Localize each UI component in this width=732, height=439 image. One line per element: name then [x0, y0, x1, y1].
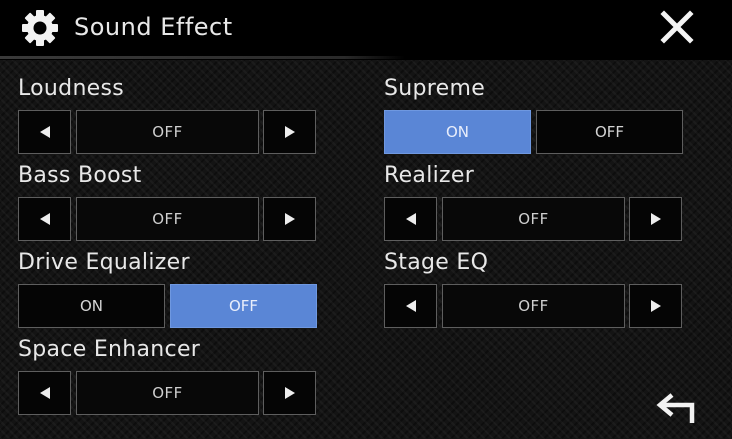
- bass-boost-value: OFF: [76, 197, 259, 241]
- gear-icon: [22, 10, 58, 46]
- page-title: Sound Effect: [74, 13, 233, 41]
- supreme-label: Supreme: [384, 76, 486, 101]
- stage-eq-label: Stage EQ: [384, 250, 489, 275]
- stage-eq-value: OFF: [442, 284, 625, 328]
- realizer-prev-button[interactable]: [384, 197, 437, 241]
- header-divider: [0, 56, 405, 59]
- loudness-prev-button[interactable]: [18, 110, 71, 154]
- bass-boost-label: Bass Boost: [18, 163, 142, 188]
- drive-equalizer-on-button[interactable]: ON: [18, 284, 165, 328]
- stage-eq-prev-button[interactable]: [384, 284, 437, 328]
- left-triangle-icon: [405, 213, 416, 225]
- left-triangle-icon: [39, 126, 50, 138]
- loudness-value: OFF: [76, 110, 259, 154]
- bass-boost-prev-button[interactable]: [18, 197, 71, 241]
- right-triangle-icon: [284, 213, 295, 225]
- right-triangle-icon: [650, 213, 661, 225]
- drive-equalizer-off-button[interactable]: OFF: [170, 284, 317, 328]
- realizer-value: OFF: [442, 197, 625, 241]
- space-enhancer-next-button[interactable]: [263, 371, 316, 415]
- loudness-label: Loudness: [18, 76, 125, 101]
- bass-boost-next-button[interactable]: [263, 197, 316, 241]
- left-triangle-icon: [39, 213, 50, 225]
- left-triangle-icon: [405, 300, 416, 312]
- space-enhancer-label: Space Enhancer: [18, 337, 201, 362]
- header-bar: Sound Effect: [0, 0, 732, 60]
- close-icon[interactable]: [660, 10, 694, 44]
- supreme-on-button[interactable]: ON: [384, 110, 531, 154]
- realizer-next-button[interactable]: [629, 197, 682, 241]
- supreme-off-button[interactable]: OFF: [536, 110, 683, 154]
- right-triangle-icon: [650, 300, 661, 312]
- space-enhancer-prev-button[interactable]: [18, 371, 71, 415]
- right-triangle-icon: [284, 387, 295, 399]
- loudness-next-button[interactable]: [263, 110, 316, 154]
- realizer-label: Realizer: [384, 163, 475, 188]
- left-triangle-icon: [39, 387, 50, 399]
- right-triangle-icon: [284, 126, 295, 138]
- back-arrow-icon[interactable]: [652, 393, 696, 429]
- drive-equalizer-label: Drive Equalizer: [18, 250, 190, 275]
- space-enhancer-value: OFF: [76, 371, 259, 415]
- stage-eq-next-button[interactable]: [629, 284, 682, 328]
